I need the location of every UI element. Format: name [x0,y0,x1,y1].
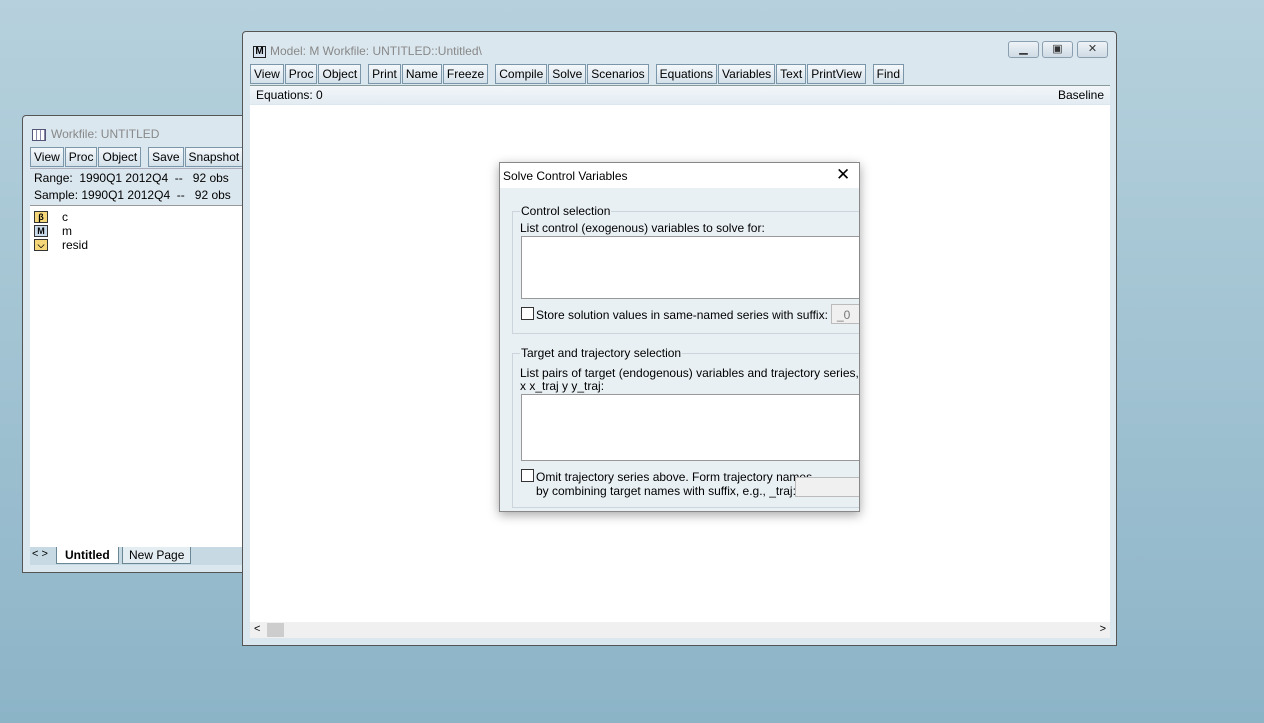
target-pairs-input[interactable] [521,394,859,461]
minimize-button[interactable]: ▁ [1008,41,1039,58]
model-name-button[interactable]: Name [401,64,442,84]
object-m[interactable]: Mm [34,224,250,238]
control-group-label: Control selection [520,204,612,218]
scroll-left-icon[interactable]: < [254,623,260,635]
model-freeze-button[interactable]: Freeze [442,64,489,84]
target-trajectory-group: Target and trajectory selection List pai… [512,346,860,508]
store-suffix-input[interactable]: _0 [831,304,859,324]
restore-button[interactable]: ▣ [1042,41,1073,58]
workfile-view-button[interactable]: View [30,147,64,167]
sample-label: Sample: [34,188,79,202]
workfile-snapshot-button[interactable]: Snapshot [184,147,244,167]
target-label-line1: List pairs of target (endogenous) variab… [520,366,860,380]
scroll-right-icon[interactable]: > [1100,623,1106,635]
workfile-info: Range: 1990Q1 2012Q4 -- 92 obs Sample: 1… [30,168,250,204]
workfile-title: Workfile: UNTITLED [51,127,160,141]
tab-untitled[interactable]: Untitled [56,547,119,564]
workfile-icon [32,128,46,141]
range-value: 1990Q1 2012Q4 -- 92 obs [79,171,229,185]
store-solution-checkbox[interactable] [521,307,534,320]
control-variables-input[interactable] [521,236,859,299]
model-solve-button[interactable]: Solve [548,64,587,84]
workfile-window: Workfile: UNTITLED View Proc Object Save Sna… [22,115,271,573]
model-object-button[interactable]: Object [318,64,362,84]
omit-suffix-input[interactable] [795,477,859,497]
target-label-line2: x x_traj y y_traj: [520,379,605,393]
target-group-label: Target and trajectory selection [520,346,683,360]
model-equations-button[interactable]: Equations [655,64,718,84]
page-tabs: < > Untitled New Page [30,547,250,565]
series-icon: ⌵ [34,239,48,251]
equations-count: Equations: 0 [256,88,323,102]
solve-control-dialog: Solve Control Variables ✕ Control select… [499,162,860,512]
omit-trajectory-checkbox[interactable] [521,469,534,482]
beta-coef-icon: β [34,211,48,223]
scroll-thumb[interactable] [267,623,284,637]
model-title: Model: M Workfile: UNTITLED::Untitled\ [270,44,482,58]
model-toolbar: View Proc Object Print Name Freeze Compile Solv… [250,64,905,84]
model-status-bar: Equations: 0 Baseline [250,85,1110,104]
workfile-toolbar: ViewProcObjectSaveSnapshotFre [30,147,271,167]
control-selection-group: Control selection List control (exogenou… [512,204,859,334]
model-find-button[interactable]: Find [872,64,904,84]
workfile-save-button[interactable]: Save [148,147,184,167]
sample-value: 1990Q1 2012Q4 -- 92 obs [81,188,231,202]
tab-scroll-arrows[interactable]: < > [32,548,48,560]
model-scenarios-button[interactable]: Scenarios [587,64,649,84]
model-text-button[interactable]: Text [776,64,807,84]
model-icon: M [34,225,48,237]
dialog-title-bar: Solve Control Variables ✕ [500,163,859,188]
model-printview-button[interactable]: PrintView [807,64,866,84]
scenario-label: Baseline [1057,88,1104,102]
object-c[interactable]: βc [34,210,250,224]
model-view-button[interactable]: View [250,64,284,84]
range-label: Range: [34,171,73,185]
toolbar-separator [650,64,655,84]
workfile-object-button[interactable]: Object [98,147,142,167]
model-variables-button[interactable]: Variables [718,64,776,84]
object-resid[interactable]: ⌵ resid [34,238,250,252]
omit-label-line1: Omit trajectory series above. Form traje… [536,470,813,484]
model-compile-button[interactable]: Compile [495,64,548,84]
toolbar-separator [867,64,872,84]
control-label: List control (exogenous) variables to so… [520,221,765,235]
object-list: βc Mm ⌵ resid [30,205,250,547]
close-icon[interactable]: ✕ [836,165,850,185]
model-proc-button[interactable]: Proc [284,64,318,84]
toolbar-separator [362,64,367,84]
horizontal-scrollbar[interactable]: < > [250,622,1110,638]
tab-new-page[interactable]: New Page [122,547,192,564]
toolbar-separator [489,64,494,84]
omit-label-line2: by combining target names with suffix, e… [536,484,796,498]
model-print-button[interactable]: Print [368,64,401,84]
model-icon: M [253,45,266,58]
workfile-proc-button[interactable]: Proc [64,147,98,167]
close-button[interactable]: ✕ [1077,41,1108,58]
store-solution-label: Store solution values in same-named seri… [536,308,828,322]
dialog-title: Solve Control Variables [503,169,628,183]
toolbar-separator [142,147,147,167]
